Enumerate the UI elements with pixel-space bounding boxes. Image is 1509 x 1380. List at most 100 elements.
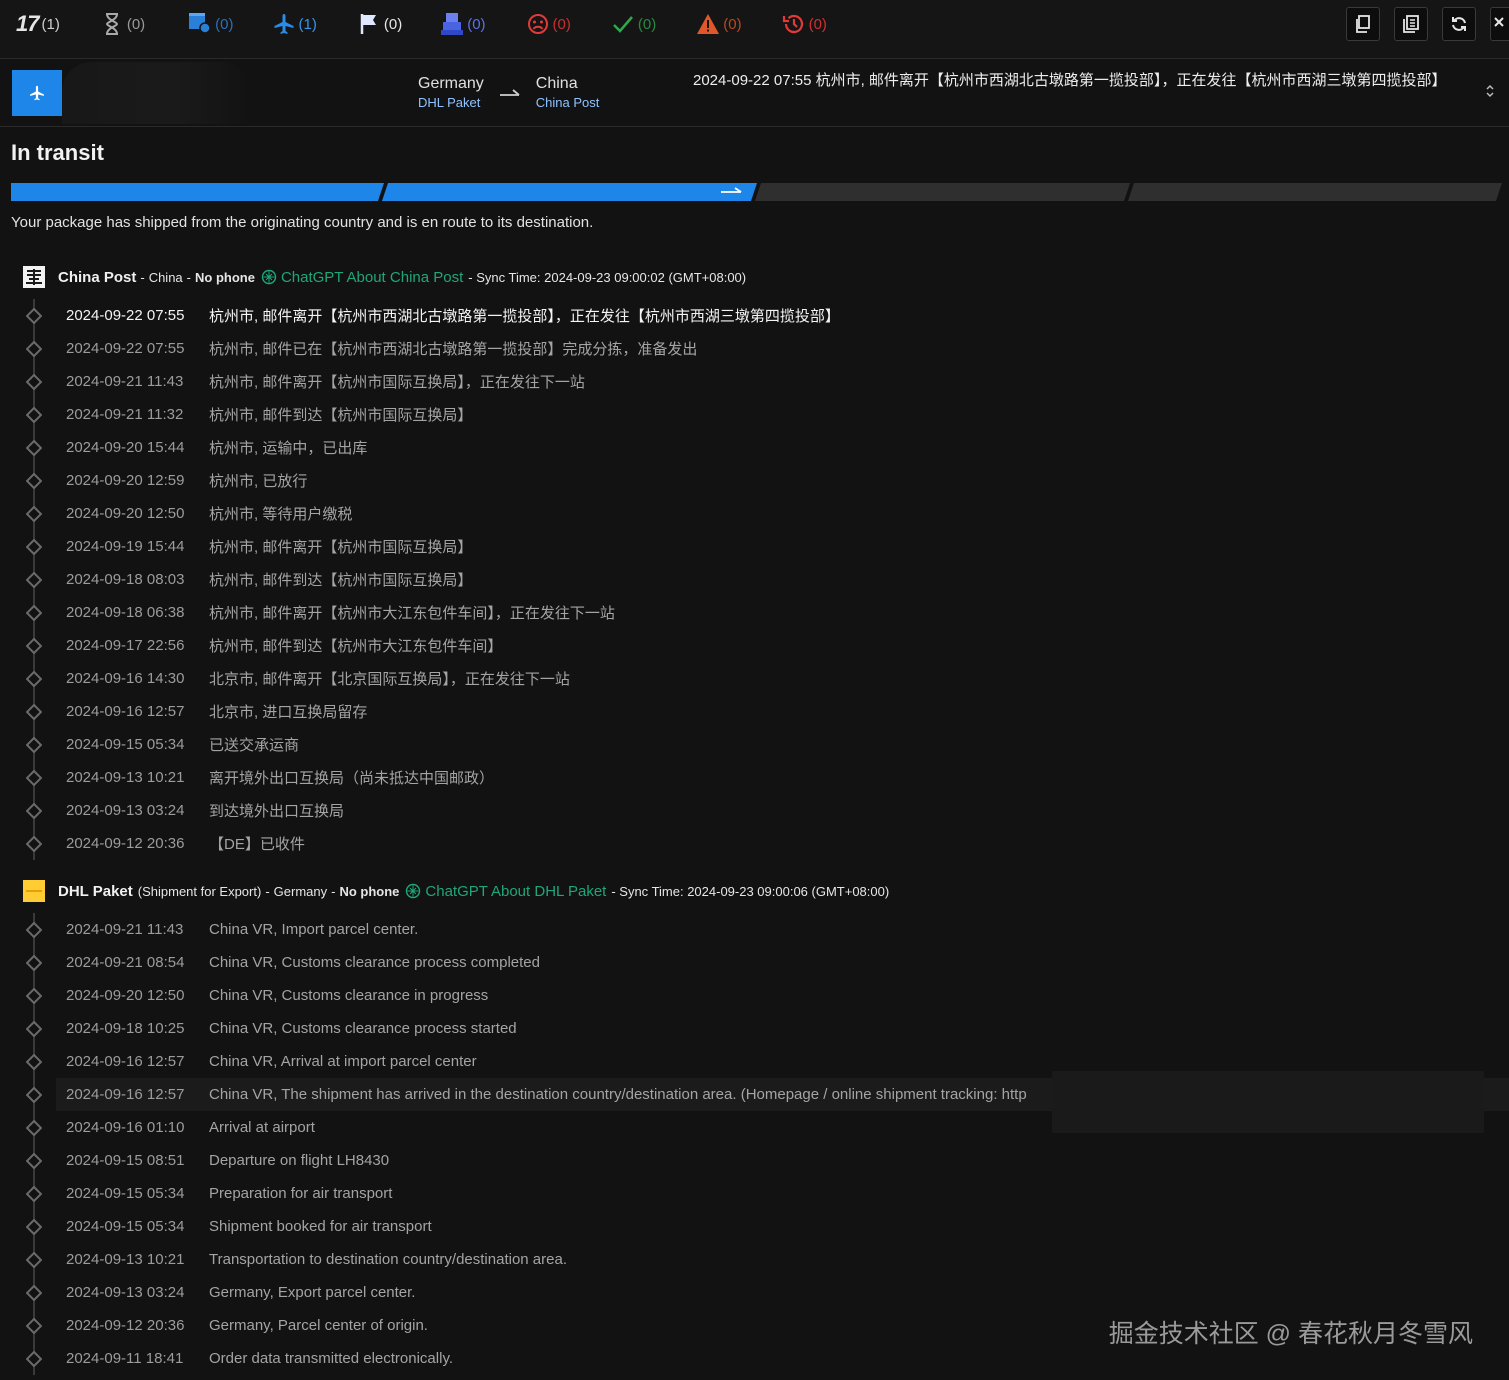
timeline-node-icon [26,671,42,687]
alert-filter[interactable]: (0) [696,10,742,38]
event-description: Order data transmitted electronically. [209,1350,453,1367]
delivered-filter[interactable]: (0) [611,10,656,38]
event-description: Departure on flight LH8430 [209,1152,390,1169]
info-received-filter[interactable]: (0) [188,10,234,38]
route: Germany DHL Paket China China Post [418,74,599,112]
pickup-filter[interactable]: (0) [357,10,402,38]
event-time: 2024-09-13 10:21 [66,769,185,786]
event-time: 2024-09-21 11:32 [66,406,184,423]
event-time: 2024-09-11 18:41 [66,1350,184,1367]
all-filter[interactable]: 17 (1) [16,10,60,38]
filter-count: (0) [215,15,234,33]
timeline-node-icon [26,770,42,786]
package-stack-icon [440,12,464,36]
latest-event: 2024-09-22 07:55 杭州市, 邮件离开【杭州市西湖北古墩路第一揽投… [693,72,1447,89]
copy-button[interactable] [1346,7,1380,41]
timeline-node-icon [26,1054,42,1070]
filter-count: (1) [298,15,317,33]
event-description: 杭州市, 邮件离开【杭州市国际互换局】，正在发往下一站 [209,374,585,391]
progress-step-3 [755,183,1130,201]
redacted-tracking-number [62,62,252,124]
timeline-event: 2024-09-19 15:44 杭州市, 邮件离开【杭州市国际互换局】 [0,530,1509,563]
chatgpt-link[interactable]: ChatGPT About China Post [261,269,463,286]
timeline-event: 2024-09-20 12:50 China VR, Customs cleara… [0,979,1509,1012]
timeline-node-icon [26,1021,42,1037]
event-description: 杭州市, 等待用户缴税 [209,506,353,523]
event-time: 2024-09-13 03:24 [66,802,185,819]
timeline-event: 2024-09-18 10:25 China VR, Customs cleara… [0,1012,1509,1045]
event-time: 2024-09-21 11:43 [66,373,184,390]
event-time: 2024-09-15 05:34 [66,1185,185,1202]
timeline-node-icon [26,704,42,720]
event-description: Transportation to destination country/de… [209,1251,567,1268]
expired-filter[interactable]: (0) [782,10,827,38]
timeline-event: 2024-09-13 10:21 离开境外出口互换局（尚未抵达中国邮政） [0,761,1509,794]
timeline-event: 2024-09-21 11:43 China VR, Import parcel … [0,913,1509,946]
timeline-event: 2024-09-15 05:34 Preparation for air tran… [0,1177,1509,1210]
timeline-node-icon [26,737,42,753]
timeline-node-icon [26,308,42,324]
status-progress-bar [11,183,1502,201]
truck-box-icon [188,12,212,36]
refresh-button[interactable] [1442,7,1476,41]
chatgpt-link[interactable]: ChatGPT About DHL Paket [405,883,606,900]
timeline-event: 2024-09-18 08:03 杭州市, 邮件到达【杭州市国际互换局】 [0,563,1509,596]
copy-all-button[interactable] [1394,7,1428,41]
collapse-chevron-icon[interactable] [1485,84,1495,103]
copy-list-icon [1403,15,1419,33]
timeline-event: 2024-09-22 07:55 杭州市, 邮件已在【杭州市西湖北古墩路第一揽投部… [0,332,1509,365]
in-transit-status-tile [12,70,62,116]
event-description: China VR, Customs clearance in progress [209,987,489,1004]
timeline-node-icon [26,1153,42,1169]
timeline-event: 2024-09-13 03:24 到达境外出口互换局 [0,794,1509,827]
timeline-event: 2024-09-22 07:55 杭州市, 邮件离开【杭州市西湖北古墩路第一揽投部… [0,299,1509,332]
filter-count: (0) [723,15,742,33]
undelivered-filter[interactable]: (0) [440,10,486,38]
event-time: 2024-09-18 10:25 [66,1020,185,1037]
in-transit-filter[interactable]: (1) [272,10,317,38]
event-description: 杭州市, 邮件到达【杭州市国际互换局】 [209,572,473,589]
event-time: 2024-09-13 10:21 [66,1251,185,1268]
dhl-timeline: 2024-09-21 11:43 China VR, Import parcel … [0,913,1509,1375]
origin-carrier[interactable]: DHL Paket [418,94,484,112]
event-time: 2024-09-13 03:24 [66,1284,185,1301]
close-icon [1494,17,1504,27]
carrier-name[interactable]: China Post [58,269,136,286]
failed-filter[interactable]: (0) [526,10,571,38]
carrier-phone: No phone [339,883,400,899]
destination-carrier[interactable]: China Post [536,94,600,112]
event-description: China VR, Import parcel center. [209,921,419,938]
sync-time: - Sync Time: 2024-09-23 09:00:06 (GMT+08… [611,883,890,899]
event-time: 2024-09-20 15:44 [66,439,185,456]
event-description: Preparation for air transport [209,1185,393,1202]
timeline-node-icon [26,1285,42,1301]
timeline-node-icon [26,803,42,819]
event-time: 2024-09-16 12:57 [66,1053,185,1070]
route-arrow-icon [499,86,520,104]
event-description: 到达境外出口互换局 [209,803,345,820]
chatgpt-icon [261,269,277,285]
china-post-logo [23,266,45,288]
event-time: 2024-09-20 12:59 [66,472,185,489]
pending-filter[interactable]: (0) [100,10,145,38]
progress-step-4 [1128,183,1502,201]
event-time: 2024-09-16 12:57 [66,1086,185,1103]
timeline-event: 2024-09-20 15:44 杭州市, 运输中，已出库 [0,431,1509,464]
timeline-node-icon [26,341,42,357]
carrier-name[interactable]: DHL Paket [58,883,133,900]
timeline-node-icon [26,1087,42,1103]
timeline-node-icon [26,836,42,852]
refresh-icon [1452,17,1466,31]
event-description: China VR, The shipment has arrived in th… [209,1086,1027,1103]
timeline-node-icon [26,473,42,489]
dhl-header: DHL Paket (Shipment for Export) - German… [23,880,889,902]
event-description: 杭州市, 邮件离开【杭州市西湖北古墩路第一揽投部】，正在发往【杭州市西湖三墩第四… [209,308,840,325]
carrier-country: China [148,269,183,285]
close-button[interactable] [1490,7,1509,41]
filter-count: (1) [41,15,60,33]
shipment-summary-row[interactable]: Germany DHL Paket China China Post 2024-… [0,60,1509,127]
chatgpt-label: ChatGPT About DHL Paket [425,882,607,900]
destination-country: China [535,75,578,92]
timeline-event: 2024-09-15 05:34 已送交承运商 [0,728,1509,761]
timeline-node-icon [26,506,42,522]
